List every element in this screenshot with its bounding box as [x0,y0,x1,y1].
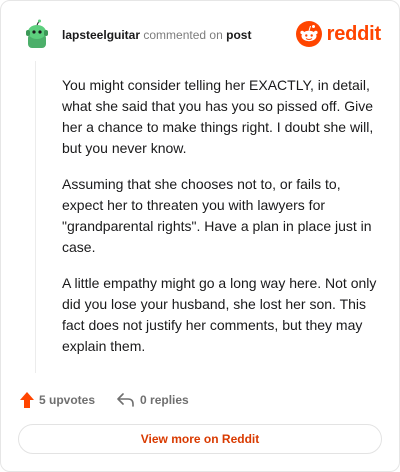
reddit-wordmark: reddit [326,22,382,45]
reply-arrow-icon [117,393,134,407]
upvote-button[interactable]: 5 upvotes [20,392,95,408]
thread-line [35,61,36,373]
post-link[interactable]: post [226,28,251,42]
comment-paragraph: You might consider telling her EXACTLY, … [62,77,374,156]
upvote-arrow-icon [20,392,34,408]
replies-button[interactable]: 0 replies [117,393,189,407]
comment-footer: 5 upvotes 0 replies [20,391,189,409]
comment-embed-card: lapsteelguitar commented on post reddit … [0,0,400,472]
reddit-logo-icon [295,21,322,47]
comment-body: You might consider telling her EXACTLY, … [62,75,380,372]
comment-header: lapsteelguitar commented on post reddit [21,18,381,52]
view-more-button[interactable]: View more on Reddit [18,424,382,454]
comment-paragraph: A little empathy might go a long way her… [62,275,377,354]
reddit-brand[interactable]: reddit [295,21,382,47]
username-link[interactable]: lapsteelguitar [62,28,140,42]
snoo-avatar-icon[interactable] [21,18,53,50]
comment-byline: lapsteelguitar commented on post [62,28,251,42]
action-text: commented on [143,28,223,42]
reply-count: 0 replies [140,393,189,407]
upvote-count: 5 upvotes [39,393,96,407]
comment-paragraph: Assuming that she chooses not to, or fai… [62,176,372,255]
